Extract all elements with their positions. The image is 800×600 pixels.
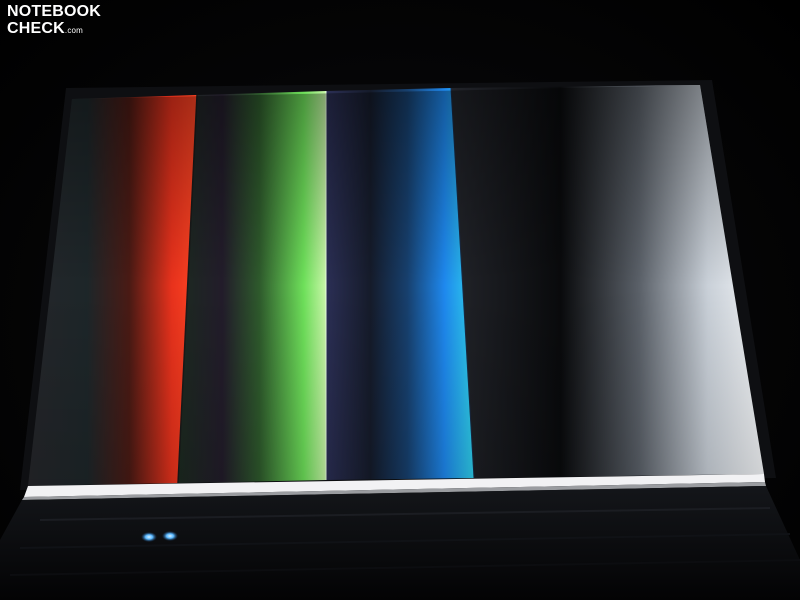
screen [28,85,764,486]
status-led-1 [141,532,157,542]
watermark-line2: CHECK.com [7,20,127,39]
notebookcheck-watermark: NOTEBOOK CHECK.com [7,3,127,37]
laptop-photo [0,80,800,600]
laptop-base [0,486,800,600]
watermark-line2-text: CHECK [7,20,65,37]
watermark-suffix: .com [64,26,84,35]
watermark-line1: NOTEBOOK [7,3,102,20]
photo-scene: NOTEBOOK CHECK.com [0,0,800,600]
status-led-2 [162,531,178,541]
